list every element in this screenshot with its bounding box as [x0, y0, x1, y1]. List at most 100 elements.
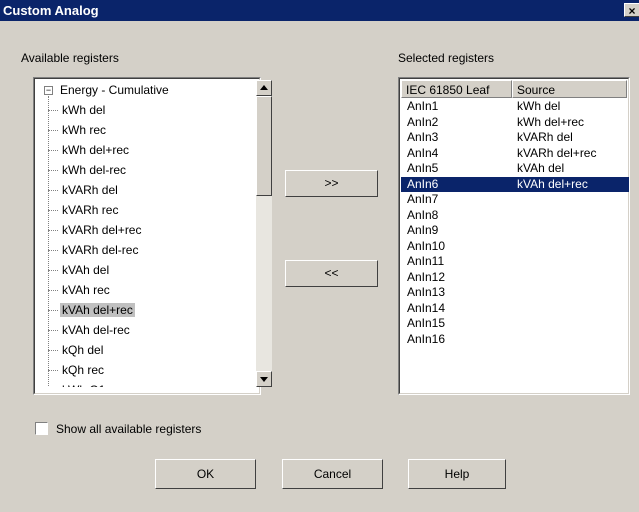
- register-row[interactable]: AnIn5 kVAh del: [401, 161, 629, 176]
- register-row[interactable]: AnIn4 kVARh del+rec: [401, 146, 629, 161]
- register-row[interactable]: AnIn6 kVAh del+rec: [401, 176, 629, 192]
- tree-connector: [48, 350, 58, 351]
- leaf-cell: AnIn7: [407, 192, 439, 206]
- scroll-thumb[interactable]: [256, 96, 272, 196]
- tree-item-label: kWh Q1: [60, 383, 107, 387]
- source-cell: kWh del+rec: [517, 114, 585, 129]
- tree-item-label: kVAh del-rec: [62, 323, 130, 337]
- register-row[interactable]: AnIn10: [401, 239, 629, 254]
- cancel-button[interactable]: Cancel: [282, 459, 383, 489]
- register-row[interactable]: AnIn11: [401, 254, 629, 269]
- tree-item-label: kVARh del: [62, 183, 118, 197]
- register-row[interactable]: AnIn1 kWh del: [401, 99, 629, 114]
- available-scrollbar[interactable]: [256, 80, 272, 387]
- tree-connector: [48, 310, 58, 311]
- title-bar: Custom Analog ×: [0, 0, 639, 21]
- register-row[interactable]: AnIn14: [401, 301, 629, 316]
- tree-group-label: Energy - Cumulative: [60, 83, 169, 97]
- tree-item-label: kVAh del+rec: [60, 303, 135, 317]
- tree-item-label: kVARh del-rec: [62, 243, 139, 257]
- register-row[interactable]: AnIn13: [401, 285, 629, 300]
- leaf-cell: AnIn3: [407, 130, 439, 144]
- show-all-checkbox[interactable]: [35, 422, 48, 435]
- tree-item[interactable]: kWh rec: [60, 120, 108, 140]
- leaf-cell: AnIn5: [407, 161, 439, 175]
- tree-item[interactable]: kVAh del: [60, 260, 111, 280]
- tree-item-label: kVARh rec: [62, 203, 119, 217]
- selected-registers-label: Selected registers: [398, 51, 495, 65]
- column-header-leaf[interactable]: IEC 61850 Leaf: [401, 80, 512, 98]
- tree-connector: [48, 290, 58, 291]
- tree-item[interactable]: kQh rec: [60, 360, 106, 380]
- source-cell: kVAh del: [517, 161, 565, 175]
- tree-connector: [48, 330, 58, 331]
- tree-item-label: kQh del: [62, 343, 104, 357]
- close-icon[interactable]: ×: [624, 3, 639, 18]
- tree-item[interactable]: kWh del: [60, 100, 107, 120]
- tree-connector: [48, 370, 58, 371]
- source-cell: kVARh del: [517, 130, 573, 144]
- leaf-cell: AnIn2: [407, 114, 439, 129]
- tree-item-label: kQh rec: [62, 363, 105, 377]
- leaf-cell: AnIn11: [407, 254, 445, 268]
- arrow-down-icon: [260, 377, 268, 382]
- add-register-button[interactable]: >>: [285, 170, 378, 197]
- tree-item[interactable]: kVAh rec: [60, 280, 112, 300]
- remove-register-button[interactable]: <<: [285, 260, 378, 287]
- source-cell: kVAh del+rec: [517, 176, 588, 191]
- leaf-cell: AnIn16: [407, 331, 446, 346]
- tree-item[interactable]: kWh del-rec: [60, 160, 128, 180]
- tree-item[interactable]: kVAh del+rec: [60, 300, 135, 320]
- tree-item[interactable]: kVAh del-rec: [60, 320, 132, 340]
- tree-item-label: kVARh del+rec: [62, 223, 142, 237]
- selected-registers-list[interactable]: IEC 61850 Leaf Source AnIn1 kWh del AnIn2 k…: [398, 77, 630, 395]
- tree-item-label: kWh del+rec: [62, 143, 130, 157]
- register-row[interactable]: AnIn3 kVARh del: [401, 130, 629, 145]
- tree-item[interactable]: kVARh del: [60, 180, 120, 200]
- column-header-source[interactable]: Source: [512, 80, 627, 98]
- scroll-up-button[interactable]: [256, 80, 272, 96]
- tree-connector: [48, 150, 58, 151]
- arrow-up-icon: [260, 85, 268, 90]
- leaf-cell: AnIn1: [407, 99, 439, 113]
- tree-connector: [48, 230, 58, 231]
- tree-item-label: kWh del-rec: [62, 163, 127, 177]
- tree-item[interactable]: kVARh rec: [60, 200, 120, 220]
- leaf-cell: AnIn6: [407, 176, 439, 191]
- tree-item-label: kWh del: [62, 103, 106, 117]
- tree-item[interactable]: kVARh del-rec: [60, 240, 140, 260]
- available-registers-label: Available registers: [21, 51, 119, 65]
- tree-item[interactable]: kWh Q1: [60, 380, 107, 387]
- leaf-cell: AnIn15: [407, 316, 446, 330]
- tree-connector: [48, 270, 58, 271]
- tree-item-label: kWh rec: [62, 123, 107, 137]
- ok-button[interactable]: OK: [155, 459, 256, 489]
- collapse-icon[interactable]: −: [44, 86, 53, 95]
- scroll-down-button[interactable]: [256, 371, 272, 387]
- leaf-cell: AnIn4: [407, 145, 439, 160]
- leaf-cell: AnIn12: [407, 269, 446, 284]
- tree-item[interactable]: kWh del+rec: [60, 140, 131, 160]
- register-row[interactable]: AnIn8: [401, 208, 629, 223]
- tree-item-label: kVAh rec: [62, 283, 110, 297]
- register-row[interactable]: AnIn9: [401, 223, 629, 238]
- leaf-cell: AnIn14: [407, 300, 446, 315]
- tree-connector: [48, 170, 58, 171]
- leaf-cell: AnIn8: [407, 207, 439, 222]
- tree-connector: [48, 210, 58, 211]
- tree-viewport: − Energy - Cumulative kWh del kWh rec kWh …: [36, 80, 256, 387]
- register-row[interactable]: AnIn16: [401, 332, 629, 347]
- register-row[interactable]: AnIn15: [401, 316, 629, 331]
- window-title: Custom Analog: [3, 3, 99, 18]
- register-row[interactable]: AnIn7: [401, 192, 629, 207]
- tree-connector: [48, 190, 58, 191]
- tree-group-energy[interactable]: Energy - Cumulative: [58, 80, 171, 100]
- tree-item[interactable]: kVARh del+rec: [60, 220, 143, 240]
- register-row[interactable]: AnIn12: [401, 270, 629, 285]
- tree-item[interactable]: kQh del: [60, 340, 105, 360]
- leaf-cell: AnIn9: [407, 223, 439, 237]
- help-button[interactable]: Help: [408, 459, 506, 489]
- available-registers-tree[interactable]: − Energy - Cumulative kWh del kWh rec kWh …: [33, 77, 272, 395]
- tree-connector: [48, 130, 58, 131]
- register-row[interactable]: AnIn2 kWh del+rec: [401, 115, 629, 130]
